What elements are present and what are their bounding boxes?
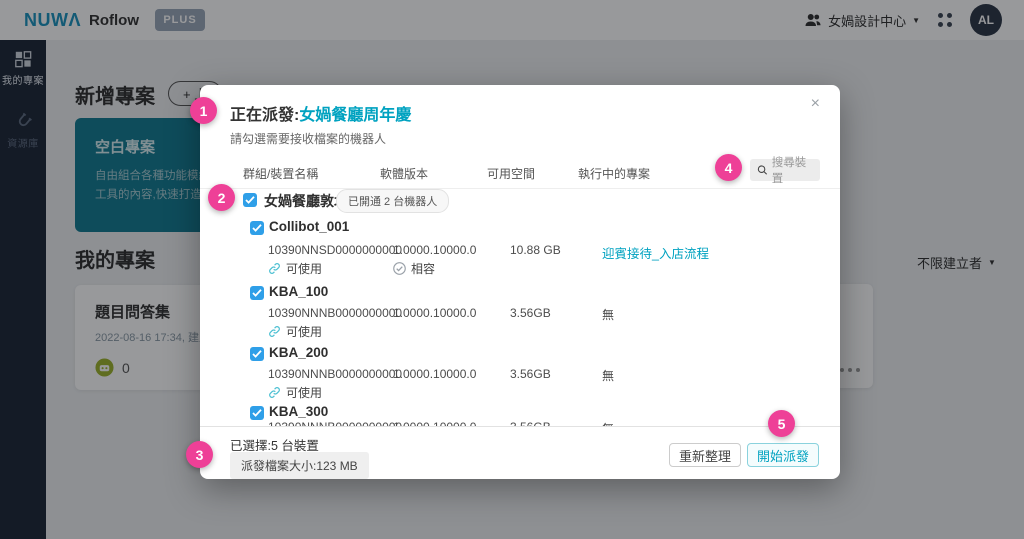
start-dispatch-button[interactable]: 開始派發: [747, 443, 819, 467]
group-robot-count-badge: 已開通 2 台機器人: [336, 189, 449, 213]
group-checkbox[interactable]: [243, 193, 257, 207]
link-icon: [268, 262, 281, 275]
link-icon: [268, 386, 281, 399]
device-checkbox[interactable]: [250, 221, 264, 235]
search-input[interactable]: 搜尋裝置: [750, 159, 820, 181]
column-header-space: 可用空間: [487, 165, 535, 182]
annotation-badge-5: 5: [768, 410, 795, 437]
device-row: KBA_100: [200, 285, 840, 305]
device-version: 1.0000.10000.0: [393, 306, 476, 320]
device-checkbox[interactable]: [250, 286, 264, 300]
device-name: Collibot_001: [269, 219, 349, 234]
device-space: 3.56GB: [510, 367, 551, 381]
dispatch-project-name: 女媧餐廳周年慶: [299, 107, 411, 124]
page: NUWΛ Roflow PLUS 女媧設計中心 ▼ AL 我的專案 資源庫 新增…: [0, 0, 1024, 539]
device-space: 3.56GB: [510, 420, 551, 427]
device-name: KBA_300: [269, 404, 328, 419]
device-space: 10.88 GB: [510, 243, 561, 257]
device-list[interactable]: 女媧餐廳敦北店 已開通 2 台機器人 Collibot_001 10390NNS…: [200, 188, 840, 427]
link-icon: [268, 325, 281, 338]
device-detail-row: 10390NNNB0000000000 1.0000.10000.0 3.56G…: [200, 420, 840, 427]
modal-subtitle: 請勾選需要接收檔案的機器人: [230, 130, 386, 147]
modal-title: 正在派發:女媧餐廳周年慶: [230, 101, 411, 125]
search-icon: [757, 164, 768, 176]
group-row: 女媧餐廳敦北店 已開通 2 台機器人: [200, 192, 840, 212]
running-project-none: 無: [602, 367, 614, 384]
check-circle-icon: [393, 262, 406, 275]
refresh-button[interactable]: 重新整理: [669, 443, 741, 467]
device-version: 1.0000.10000.0: [393, 367, 476, 381]
annotation-badge-1: 1: [190, 97, 217, 124]
column-header-name: 群組/裝置名稱: [243, 165, 318, 182]
close-icon[interactable]: ×: [811, 95, 820, 113]
annotation-badge-4: 4: [715, 154, 742, 181]
column-header-running-project: 執行中的專案: [578, 165, 650, 182]
device-status-row: 可使用: [200, 384, 840, 404]
availability-label: 可使用: [286, 323, 322, 340]
device-row: KBA_200: [200, 346, 840, 366]
running-project-none: 無: [602, 306, 614, 323]
dispatch-size-badge: 派發檔案大小:123 MB: [230, 452, 369, 479]
device-name: KBA_200: [269, 345, 328, 360]
running-project-none: 無: [602, 420, 614, 427]
device-version: 1.0000.10000.0: [393, 243, 476, 257]
device-checkbox[interactable]: [250, 406, 264, 420]
compat-label: 相容: [411, 260, 435, 277]
device-status-row: 可使用: [200, 323, 840, 343]
device-serial: 10390NNSD0000000000: [268, 243, 402, 257]
device-serial: 10390NNNB0000000000: [268, 420, 402, 427]
device-name: KBA_100: [269, 284, 328, 299]
column-header-version: 軟體版本: [380, 165, 428, 182]
device-serial: 10390NNNB0000000000: [268, 367, 402, 381]
device-status-row: 可使用 相容: [200, 260, 840, 280]
device-version: 1.0000.10000.0: [393, 420, 476, 427]
annotation-badge-2: 2: [208, 184, 235, 211]
search-placeholder: 搜尋裝置: [772, 154, 813, 186]
device-checkbox[interactable]: [250, 347, 264, 361]
dispatch-modal: × 正在派發:女媧餐廳周年慶 請勾選需要接收檔案的機器人 群組/裝置名稱 軟體版…: [200, 85, 840, 479]
availability-label: 可使用: [286, 384, 322, 401]
availability-label: 可使用: [286, 260, 322, 277]
device-serial: 10390NNNB0000000000: [268, 306, 402, 320]
annotation-badge-3: 3: [186, 441, 213, 468]
device-row: Collibot_001: [200, 220, 840, 240]
device-space: 3.56GB: [510, 306, 551, 320]
